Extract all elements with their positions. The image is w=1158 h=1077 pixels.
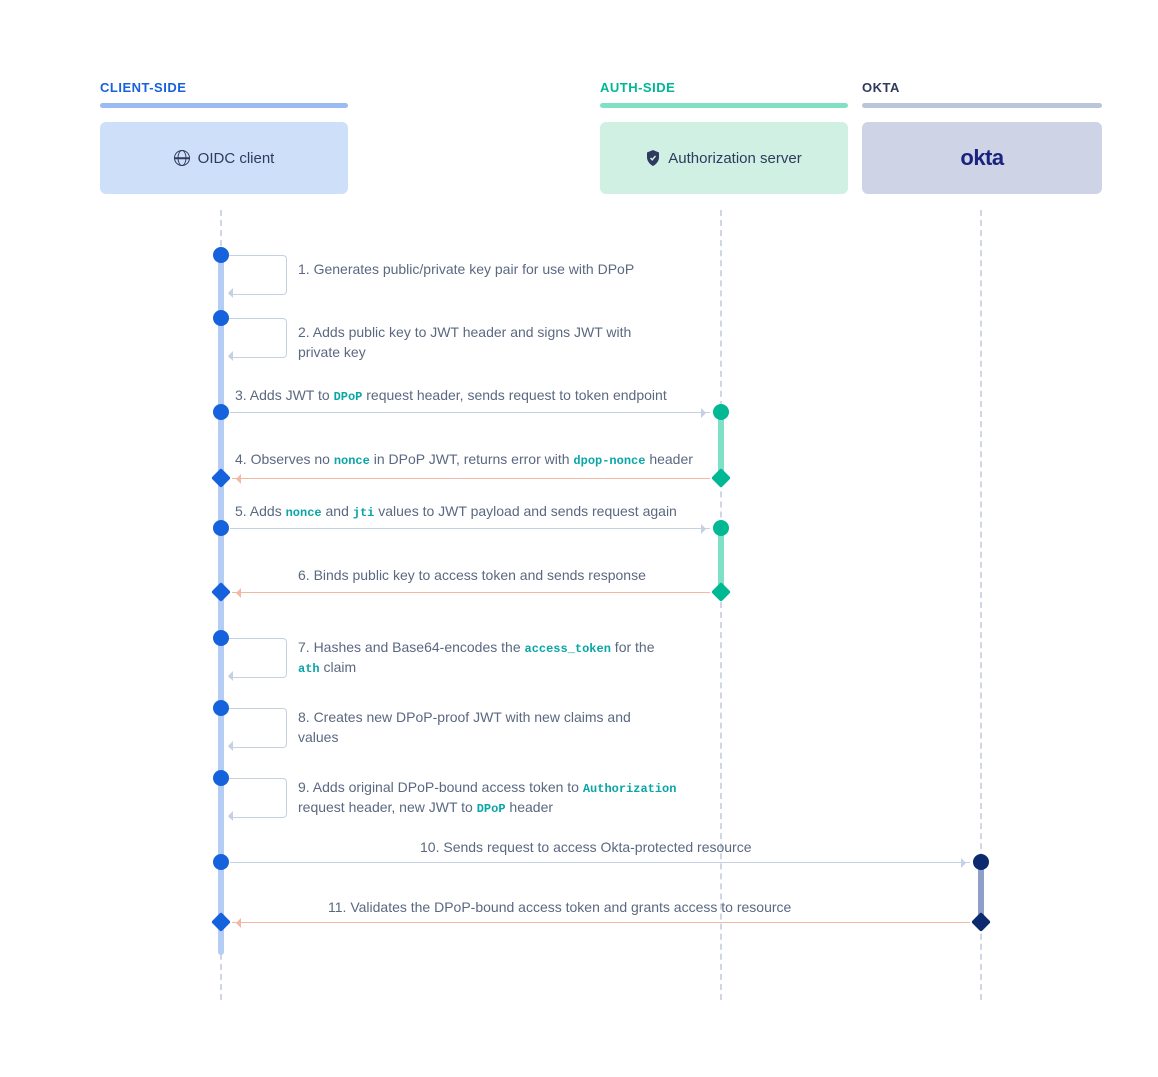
step-5: 5. Adds nonce and jti values to JWT payl… <box>235 502 735 522</box>
node-s7 <box>213 630 229 646</box>
step-3-a: 3. Adds JWT to <box>235 387 334 403</box>
sequence-diagram: CLIENT-SIDE OIDC client AUTH-SIDE Author… <box>100 80 1098 997</box>
shield-icon <box>646 150 660 166</box>
client-box: OIDC client <box>100 122 348 194</box>
node-s10-to <box>973 854 989 870</box>
node-s9 <box>213 770 229 786</box>
s5c1: nonce <box>286 506 322 520</box>
s9a: 9. Adds original DPoP-bound access token… <box>298 779 583 795</box>
loop-s8 <box>229 708 287 748</box>
node-s4-to <box>211 468 231 488</box>
lifeline-auth <box>720 210 722 1000</box>
step-3-code: DPoP <box>334 390 363 404</box>
s4c2: dpop-nonce <box>573 454 645 468</box>
client-bar <box>100 103 348 108</box>
step-7: 7. Hashes and Base64-encodes the access_… <box>298 638 658 678</box>
s7d: claim <box>320 659 357 675</box>
s7c2: ath <box>298 662 320 676</box>
okta-bar <box>862 103 1102 108</box>
s9b: request header, new JWT to <box>298 799 477 815</box>
loop-s7 <box>229 638 287 678</box>
column-okta: OKTA okta <box>862 80 1102 194</box>
node-s6-to <box>211 582 231 602</box>
step-10: 10. Sends request to access Okta-protect… <box>420 838 860 858</box>
okta-box: okta <box>862 122 1102 194</box>
client-label: CLIENT-SIDE <box>100 80 348 95</box>
s4d: header <box>645 451 692 467</box>
node-s8 <box>213 700 229 716</box>
s5c2: jti <box>353 506 375 520</box>
auth-box-text: Authorization server <box>668 150 801 167</box>
column-client: CLIENT-SIDE OIDC client <box>100 80 348 194</box>
node-s5-from <box>213 520 229 536</box>
s4a: 4. Observes no <box>235 451 334 467</box>
step-3: 3. Adds JWT to DPoP request header, send… <box>235 386 735 406</box>
step-8: 8. Creates new DPoP-proof JWT with new c… <box>298 708 658 747</box>
s5b: and <box>322 503 353 519</box>
step-1: 1. Generates public/private key pair for… <box>298 260 738 280</box>
node-s11-to <box>211 912 231 932</box>
diagram-container: CLIENT-SIDE OIDC client AUTH-SIDE Author… <box>20 20 1158 1057</box>
step-2: 2. Adds public key to JWT header and sig… <box>298 323 658 362</box>
auth-bar <box>600 103 848 108</box>
s9d: header <box>506 799 553 815</box>
s7a: 7. Hashes and Base64-encodes the <box>298 639 525 655</box>
node-s3-to <box>713 404 729 420</box>
client-box-text: OIDC client <box>198 150 275 167</box>
node-s3-from <box>213 404 229 420</box>
node-s4-from <box>711 468 731 488</box>
loop-s1 <box>229 255 287 295</box>
s9c2: DPoP <box>477 802 506 816</box>
column-auth: AUTH-SIDE Authorization server <box>600 80 848 194</box>
step-6: 6. Binds public key to access token and … <box>298 566 738 586</box>
step-4: 4. Observes no nonce in DPoP JWT, return… <box>235 450 735 470</box>
arrow-s11 <box>232 922 970 923</box>
okta-label: OKTA <box>862 80 1102 95</box>
node-s2 <box>213 310 229 326</box>
s4c1: nonce <box>334 454 370 468</box>
auth-box: Authorization server <box>600 122 848 194</box>
step-11: 11. Validates the DPoP-bound access toke… <box>328 898 888 918</box>
arrow-s6 <box>232 592 710 593</box>
auth-label: AUTH-SIDE <box>600 80 848 95</box>
globe-icon <box>174 150 190 166</box>
s5d: values to JWT payload and sends request … <box>374 503 676 519</box>
s5a: 5. Adds <box>235 503 286 519</box>
loop-s9 <box>229 778 287 818</box>
arrow-s10 <box>230 862 970 863</box>
arrow-s3 <box>230 412 710 413</box>
node-s11-from <box>971 912 991 932</box>
s9c1: Authorization <box>583 782 677 796</box>
step-9: 9. Adds original DPoP-bound access token… <box>298 778 698 818</box>
node-s5-to <box>713 520 729 536</box>
okta-logo-text: okta <box>960 145 1003 171</box>
node-s1 <box>213 247 229 263</box>
s4b: in DPoP JWT, returns error with <box>370 451 574 467</box>
step-3-b: request header, sends request to token e… <box>362 387 666 403</box>
s7c1: access_token <box>525 642 611 656</box>
arrow-s5 <box>230 528 710 529</box>
arrow-s4 <box>232 478 710 479</box>
node-s10-from <box>213 854 229 870</box>
loop-s2 <box>229 318 287 358</box>
s7b: for the <box>611 639 655 655</box>
